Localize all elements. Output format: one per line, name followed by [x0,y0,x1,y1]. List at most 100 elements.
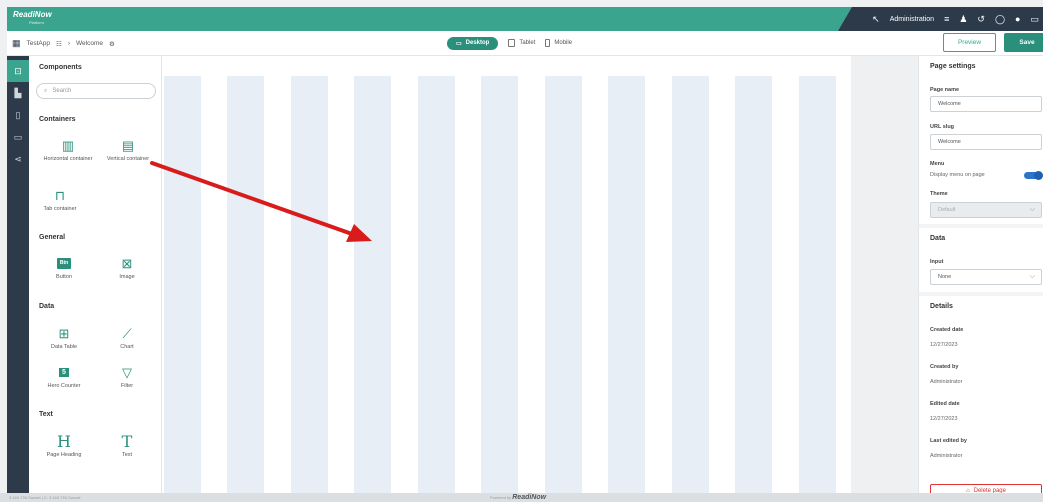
theme-select: Default ⌵ [930,202,1042,218]
chart-component[interactable]: ⟋ Chart [102,324,152,351]
top-right-controls: ↖ Administration ≡ ♟ ↺ ◯ ● ▭ [872,7,1039,31]
containers-heading: Containers [39,116,76,123]
theme-label: Theme [930,191,948,197]
grid-column [164,76,201,493]
page-name-label: Page name [930,87,960,93]
device-switcher: ▭ Desktop Tablet Mobile [447,35,572,51]
edited-date-label: Edited date [930,401,960,407]
last-edited-value: Administrator [930,453,963,459]
text-heading: Text [39,411,53,418]
status-bar: 3.169.739-Sunset | C: 3.169.739-Sunset P… [0,493,1043,502]
url-slug-input[interactable]: Welcome [930,134,1042,150]
person-icon[interactable]: ♟ [959,14,967,25]
text-component[interactable]: T Text [102,432,152,459]
breadcrumb-page[interactable]: Welcome [76,40,103,47]
search-icon: ⌕ [44,87,48,94]
data-heading: Data [39,303,55,310]
mobile-icon [545,39,551,47]
page-settings-section: Page settings Page name Welcome URL slug… [919,56,1043,224]
hero-counter-component[interactable]: 5 Hero Counter [39,363,89,390]
chevron-down-icon: ⌵ [1029,273,1035,280]
created-date-value: 12/27/2023 [930,342,958,348]
filter-component[interactable]: ▽ Filter [102,363,152,390]
analytics-tab-icon[interactable]: ▙ [7,82,29,104]
data-section: Data Input None ⌵ [919,228,1043,292]
tab-container-component[interactable]: ⊓ Tab container [35,186,85,213]
history-icon[interactable]: ↺ [977,14,985,25]
documents-tab-icon[interactable]: ▭ [7,126,29,148]
created-by-label: Created by [930,364,959,370]
pin-icon[interactable]: ↖ [872,14,880,25]
chevron-right-icon: › [67,40,71,47]
menu-label: Menu [930,161,945,167]
url-slug-label: URL slug [930,124,955,130]
help-icon[interactable]: ● [1015,14,1020,24]
components-title: Components [39,64,82,71]
breadcrumb: ▦ TestApp ☷ › Welcome ⚙ [12,31,115,56]
input-label: Input [930,259,944,265]
window-icon[interactable]: ▭ [1030,14,1039,25]
components-panel: Components ⌕ Search Containers ▥ Horizon… [29,56,162,493]
mobile-view-button[interactable]: Mobile [545,39,572,47]
desktop-view-button[interactable]: ▭ Desktop [447,36,499,50]
display-menu-toggle[interactable] [1024,171,1043,180]
app-logo[interactable]: ReadiNow Platform [13,11,52,27]
pages-tab-icon[interactable]: ▯ [7,104,29,126]
page-heading-component[interactable]: H Page Heading [39,432,89,459]
text-icon: T [121,431,133,451]
apps-grid-icon[interactable]: ▦ [12,38,21,49]
grid-column [608,76,645,493]
menu-icon[interactable]: ≡ [944,14,949,24]
heading-icon: H [57,431,71,451]
grid-column [799,76,836,493]
button-icon: Btn [39,254,89,272]
save-button[interactable]: Save [1004,33,1043,52]
grid-column [418,76,455,493]
tablet-view-button[interactable]: Tablet [508,39,535,47]
tablet-icon [508,39,516,47]
user-menu[interactable]: Administration [890,16,934,23]
display-menu-label: Display menu on page [930,172,985,178]
input-select[interactable]: None ⌵ [930,269,1042,285]
details-section: Details Created date 12/27/2023 Created … [919,296,1043,493]
filter-icon: ▽ [122,364,132,380]
app-settings-icon[interactable]: ☷ [56,40,62,48]
page-settings-panel: Page settings Page name Welcome URL slug… [918,56,1043,498]
button-component[interactable]: Btn Button [39,254,89,281]
top-bar: ReadiNow Platform ↖ Administration ≡ ♟ ↺… [7,7,1043,31]
preview-button[interactable]: Preview [943,33,996,52]
grid-column [481,76,518,493]
monitor-icon: ▭ [456,40,462,47]
hero-counter-icon: 5 [39,363,89,381]
powered-by: Powered by ReadiNow [490,494,547,501]
grid-column [291,76,328,493]
vertical-container-component[interactable]: ▤ Vertical container [103,136,153,163]
last-edited-label: Last edited by [930,438,967,444]
edited-date-value: 12/27/2023 [930,416,958,422]
page-canvas[interactable] [162,56,851,493]
created-date-label: Created date [930,327,964,333]
components-tab-icon[interactable]: ⊡ [7,60,29,82]
chevron-down-icon: ⌵ [1029,206,1035,213]
horizontal-container-icon: ▥ [61,137,75,153]
breadcrumb-app[interactable]: TestApp [27,40,51,47]
horizontal-container-component[interactable]: ▥ Horizontal container [43,136,93,163]
component-search-input[interactable]: ⌕ Search [36,83,156,99]
editor-toolbar: ▦ TestApp ☷ › Welcome ⚙ ▭ Desktop Tablet… [7,31,1043,56]
grid-column [354,76,391,493]
share-tab-icon[interactable]: ⋖ [7,148,29,170]
data-section-title: Data [930,235,946,242]
table-icon: ⊞ [58,325,70,341]
data-table-component[interactable]: ⊞ Data Table [39,324,89,351]
grid-column [672,76,709,493]
powered-by-brand: ReadiNow [512,494,547,501]
image-component[interactable]: ⊠ Image [102,254,152,281]
grid-column [735,76,772,493]
image-icon: ⊠ [121,255,133,271]
version-info: 3.169.739-Sunset | C: 3.169.739-Sunset [9,495,81,500]
left-rail: ⊡ ▙ ▯ ▭ ⋖ [7,56,29,493]
page-name-input[interactable]: Welcome [930,96,1042,112]
chat-icon[interactable]: ◯ [995,14,1005,25]
details-title: Details [930,303,953,310]
gear-icon[interactable]: ⚙ [109,40,115,48]
